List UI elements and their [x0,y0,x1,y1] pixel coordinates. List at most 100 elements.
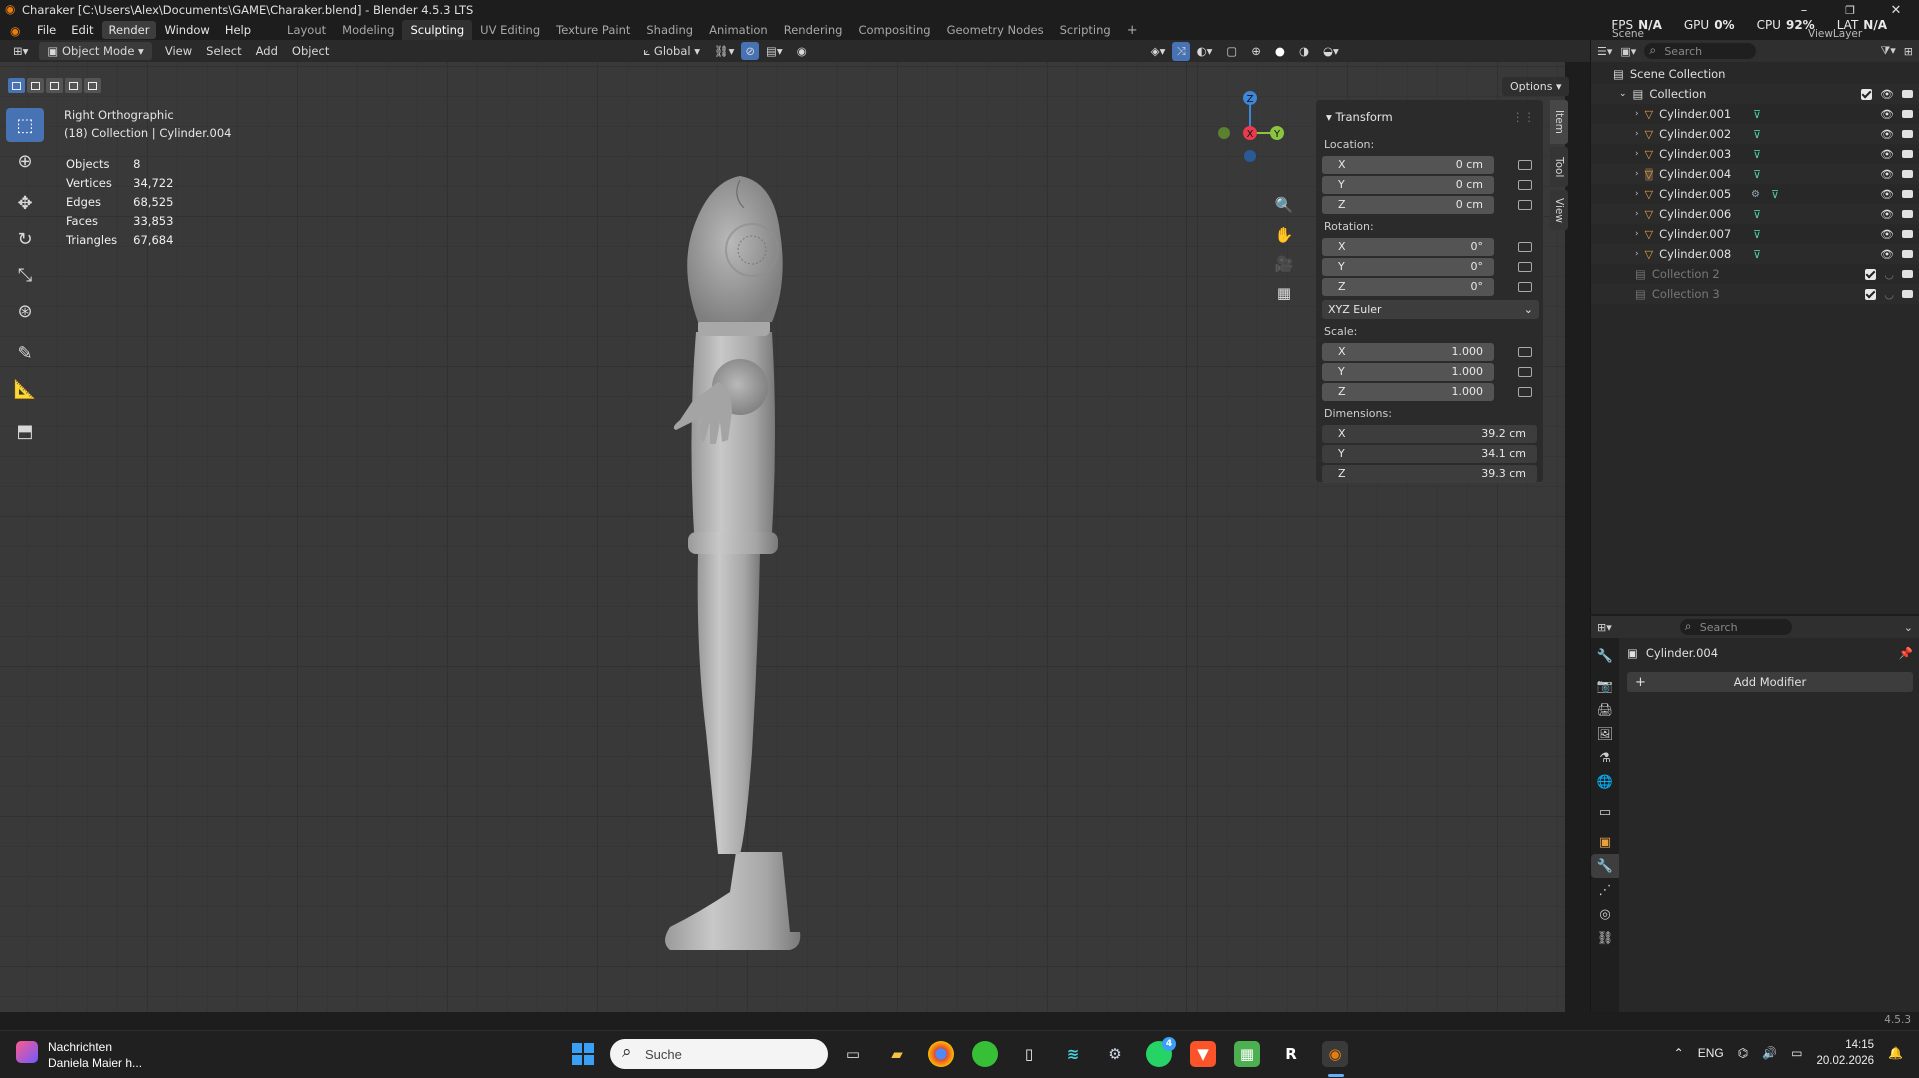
expand-chevron-icon[interactable]: › [1635,169,1639,179]
outliner-search-input[interactable]: Search [1644,43,1757,59]
mesh-data-icon[interactable]: ⊽ [1753,148,1761,161]
blender-menu-icon[interactable]: ◉ [10,24,22,38]
menu-object[interactable]: Object [285,42,336,60]
workspace-tab-modeling[interactable]: Modeling [334,20,402,40]
move-icon[interactable]: ✥ [6,186,44,220]
render-camera-icon[interactable] [1902,130,1913,138]
gizmo-toggle-icon[interactable]: ⤨ [1172,41,1190,61]
eye-icon[interactable]: 👁 [1880,188,1894,201]
minecraft-icon[interactable]: ▦ [1234,1041,1260,1067]
eye-icon[interactable]: 👁 [1880,88,1894,101]
outliner-object-row[interactable]: › ▽ Cylinder.004 ⊽ 👁 [1591,164,1919,184]
taskbar-search-input[interactable]: Suche [610,1039,828,1069]
dimensions-z-field[interactable]: Z 39.3 cm [1322,464,1537,483]
transform-icon[interactable]: ⊛ [6,294,44,328]
whatsapp-icon[interactable]: 4 [1146,1037,1176,1067]
outliner-object-row[interactable]: › ▽ Cylinder.007 ⊽ 👁 [1591,224,1919,244]
chevron-down-icon[interactable]: ⌄ [1904,621,1913,634]
lock-icon[interactable] [1518,366,1532,377]
tab-tool[interactable]: Tool [1550,147,1568,187]
app-wing-icon[interactable]: ≋ [1060,1041,1086,1067]
properties-editor-icon[interactable]: ⊞▾ [1597,621,1612,634]
snap-icon[interactable]: ⊘ [741,42,760,60]
render-camera-icon[interactable] [1902,270,1913,278]
render-camera-icon[interactable] [1902,110,1913,118]
workspace-tab-scripting[interactable]: Scripting [1052,20,1119,40]
menu-file[interactable]: File [30,21,63,39]
zoom-icon[interactable]: 🔍 [1270,192,1298,218]
lock-icon[interactable] [1518,199,1532,210]
menu-render[interactable]: Render [101,21,157,39]
blender-taskbar-icon[interactable]: ◉ [1322,1041,1348,1067]
workspace-tab-texture-paint[interactable]: Texture Paint [548,20,638,40]
collection-checkbox[interactable] [1865,288,1877,300]
expand-chevron-icon[interactable]: › [1635,129,1639,139]
workspace-tab-uv-editing[interactable]: UV Editing [472,20,548,40]
dimensions-y-field[interactable]: Y 34.1 cm [1322,444,1537,463]
scene-selector[interactable]: Scene [1612,28,1644,40]
menu-view[interactable]: View [158,42,199,60]
network-icon[interactable]: ⌬ [1738,1046,1748,1060]
solid-shading-icon[interactable]: ● [1268,42,1292,60]
rotation-y-field[interactable]: Y 0° [1322,257,1494,276]
select-subtract-icon[interactable] [46,78,63,93]
outliner-editor-icon[interactable]: ☰▾ [1597,45,1612,58]
select-intersect-icon[interactable] [84,78,101,93]
mesh-data-icon[interactable]: ⊽ [1753,168,1761,181]
modifier-icon[interactable]: ⚙ [1751,189,1760,200]
notification-bell-icon[interactable]: 🔔 [1888,1046,1903,1060]
output-icon[interactable]: 🖨 [1591,698,1619,722]
mesh-data-icon[interactable]: ⊽ [1753,128,1761,141]
mesh-data-icon[interactable]: ⊽ [1771,188,1779,201]
character-model[interactable] [640,132,840,952]
scale-icon[interactable]: ⤡ [6,258,44,292]
render-camera-icon[interactable] [1902,150,1913,158]
add-workspace-button[interactable]: + [1119,20,1146,41]
transform-panel-header[interactable]: ▾ Transform ⋮⋮ [1322,104,1537,132]
overlay-toggle-icon[interactable]: ◐▾ [1190,42,1220,60]
steam-icon[interactable]: ⚙ [1102,1041,1128,1067]
lock-icon[interactable] [1518,346,1532,357]
tab-view[interactable]: View [1550,190,1568,230]
notepad-icon[interactable]: ▯ [1016,1041,1042,1067]
collection-checkbox[interactable] [1861,88,1873,100]
render-camera-icon[interactable] [1902,170,1913,178]
expand-chevron-icon[interactable]: › [1635,149,1639,159]
workspace-tab-rendering[interactable]: Rendering [776,20,851,40]
outliner-object-row[interactable]: › ▽ Cylinder.005 ⊽ ⚙ 👁 [1591,184,1919,204]
lock-icon[interactable] [1518,179,1532,190]
workspace-tab-layout[interactable]: Layout [279,20,334,40]
add-modifier-button[interactable]: + Add Modifier [1627,672,1913,692]
brave-icon[interactable]: ▼ [1190,1041,1216,1067]
render-icon[interactable]: 📷 [1591,674,1619,698]
mode-selector[interactable]: ▣ Object Mode ▾ [39,42,152,60]
options-dropdown[interactable]: Options ▾ [1502,77,1570,96]
cursor-icon[interactable]: ⊕ [6,144,44,178]
collection-2-row[interactable]: ▤ Collection 2 ◡ [1591,264,1919,284]
pan-hand-icon[interactable]: ✋ [1270,222,1298,248]
menu-add[interactable]: Add [249,42,285,60]
constraints-icon[interactable]: ⛓ [1591,926,1619,950]
mesh-data-icon[interactable]: ⊽ [1753,208,1761,221]
expand-chevron-icon[interactable]: › [1635,189,1639,199]
eye-icon[interactable]: 👁 [1880,108,1894,121]
navigation-gizmo[interactable]: Z Y X [1205,88,1295,178]
visibility-icon[interactable]: ◈▾ [1144,42,1173,60]
menu-window[interactable]: Window [157,21,216,39]
outliner-object-row[interactable]: › ▽ Cylinder.003 ⊽ 👁 [1591,144,1919,164]
clock[interactable]: 14:15 20.02.2026 [1816,1037,1874,1069]
filter-icon[interactable]: ⧩▾ [1880,44,1895,58]
eye-icon[interactable]: 👁 [1880,248,1894,261]
location-y-field[interactable]: Y0 cm [1322,175,1494,194]
lock-icon[interactable] [1518,281,1532,292]
outliner-object-row[interactable]: › ▽ Cylinder.008 ⊽ 👁 [1591,244,1919,264]
render-camera-icon[interactable] [1902,250,1913,258]
mesh-data-icon[interactable]: ⊽ [1753,108,1761,121]
rotation-mode-select[interactable]: XYZ Euler ⌄ [1322,300,1539,319]
eye-icon[interactable]: 👁 [1880,128,1894,141]
display-mode-icon[interactable]: ▣▾ [1620,45,1636,58]
app-green-icon[interactable] [972,1041,998,1067]
rotate-icon[interactable]: ↻ [6,222,44,256]
render-camera-icon[interactable] [1902,90,1913,98]
modifier-wrench-icon[interactable]: 🔧 [1591,854,1619,878]
